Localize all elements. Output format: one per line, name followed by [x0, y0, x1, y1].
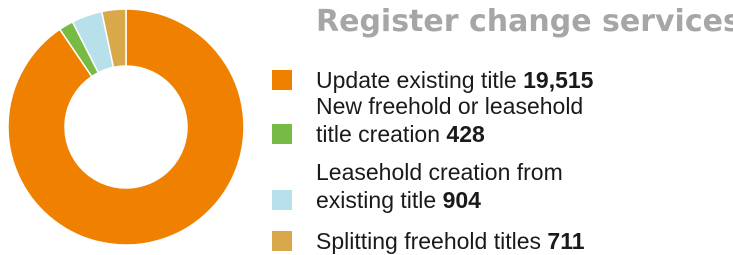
legend-label-update-existing-title: Update existing title 19,515: [316, 66, 593, 94]
legend-value: 711: [547, 228, 585, 254]
legend-label-line: existing title: [316, 187, 437, 213]
legend-swatch-leasehold-creation-from-existing-title: [272, 190, 292, 210]
legend-label-line: title creation: [316, 121, 441, 147]
legend-value: 904: [442, 187, 481, 213]
legend-label-line: Leasehold creation from: [316, 159, 563, 185]
legend-label-leasehold-creation-from-existing-title: Leasehold creation from existing title 9…: [316, 158, 563, 214]
legend-value: 428: [446, 121, 485, 147]
legend-label-line: Update existing title: [316, 67, 517, 93]
legend-label-line: New freehold or leasehold: [316, 93, 584, 119]
legend-value: 19,515: [523, 67, 594, 93]
legend-label-line: Splitting freehold titles: [316, 228, 542, 254]
legend-swatch-new-freehold-or-leasehold-title-creation: [272, 124, 292, 144]
legend-swatch-update-existing-title: [272, 70, 292, 90]
legend-label-new-freehold-or-leasehold-title-creation: New freehold or leasehold title creation…: [316, 92, 583, 148]
legend-swatch-splitting-freehold-titles: [272, 231, 292, 251]
legend: Update existing title 19,515 New freehol…: [0, 0, 733, 255]
legend-label-splitting-freehold-titles: Splitting freehold titles 711: [316, 227, 585, 255]
